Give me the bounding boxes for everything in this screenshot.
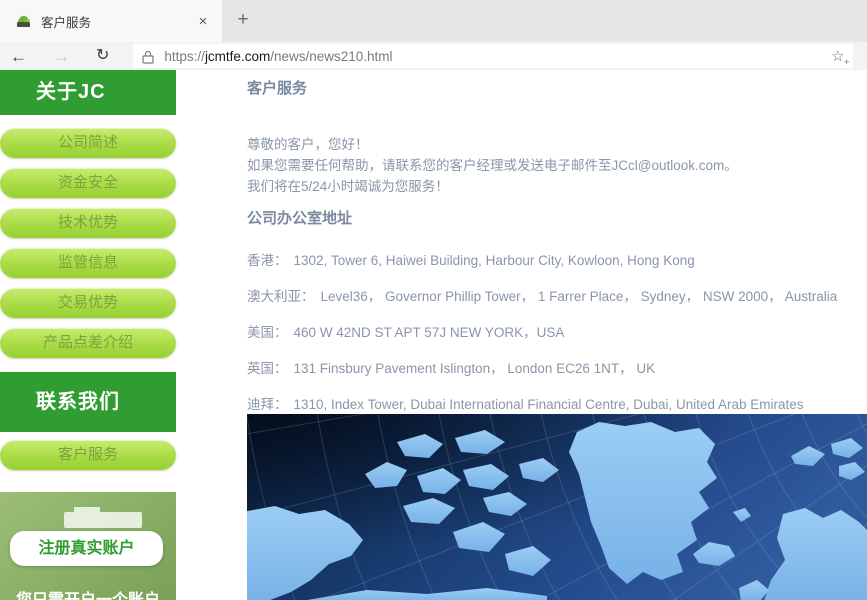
site-favicon-icon [16, 13, 32, 29]
world-map-image [247, 414, 867, 600]
sidebar-item-company-overview[interactable]: 公司简述 [0, 128, 176, 158]
sidebar-item-regulation-info[interactable]: 监管信息 [0, 248, 176, 278]
sidebar-header-about: 关于JC [0, 70, 176, 115]
page-title: 客户服务 [247, 80, 867, 98]
refresh-button[interactable]: ↻ [96, 48, 109, 64]
back-button[interactable]: ← [10, 48, 27, 65]
office-row-hongkong: 香港：1302, Tower 6, Haiwei Building, Harbo… [247, 253, 867, 269]
intro-line: 如果您需要任何帮助，请联系您的客户经理或发送电子邮件至JCcl@outlook.… [247, 155, 867, 176]
sidebar-item-tech-advantage[interactable]: 技术优势 [0, 208, 176, 238]
intro-line: 我们将在5/24小时竭诚为您服务！ [247, 176, 867, 197]
web-page: 关于JC 公司简述 资金安全 技术优势 监管信息 交易优势 产品点差介绍 联系我… [0, 70, 867, 600]
sidebar-about-group: 公司简述 资金安全 技术优势 监管信息 交易优势 产品点差介绍 [0, 128, 176, 358]
url-domain: jcmtfe.com [205, 49, 270, 64]
register-account-button[interactable]: 注册真实账户 [10, 531, 163, 566]
intro-paragraph: 尊敬的客户，您好！ 如果您需要任何帮助，请联系您的客户经理或发送电子邮件至JCc… [247, 134, 867, 197]
add-favorite-icon[interactable]: ☆+ [831, 47, 844, 65]
sidebar-item-product-spread[interactable]: 产品点差介绍 [0, 328, 176, 358]
tab-title: 客户服务 [41, 12, 192, 31]
url-protocol: https:// [164, 49, 205, 64]
address-bar[interactable]: https://jcmtfe.com/news/news210.html ☆+ [133, 44, 853, 68]
lock-icon [142, 50, 154, 64]
promo-building-graphic [64, 512, 142, 528]
url-text: https://jcmtfe.com/news/news210.html [164, 49, 392, 64]
office-row-dubai: 迪拜：1310, Index Tower, Dubai Internationa… [247, 397, 867, 413]
tab-customer-service[interactable]: 客户服务 × [0, 0, 222, 42]
forward-button[interactable]: → [53, 48, 70, 65]
sidebar-item-trading-advantage[interactable]: 交易优势 [0, 288, 176, 318]
sidebar-item-customer-service[interactable]: 客户服务 [0, 440, 176, 470]
offices-title: 公司办公室地址 [247, 210, 867, 228]
tab-strip: 客户服务 × + [0, 0, 867, 42]
sidebar-header-contact: 联系我们 [0, 372, 176, 432]
url-path: /news/news210.html [270, 49, 392, 64]
browser-window: 客户服务 × + ← → ↻ https://jcmtfe.com/news/n… [0, 0, 867, 600]
office-row-usa: 美国：460 W 42ND ST APT 57J NEW YORK，USA [247, 325, 867, 341]
main-content: 客户服务 尊敬的客户，您好！ 如果您需要任何帮助，请联系您的客户经理或发送电子邮… [247, 70, 867, 433]
office-row-uk: 英国：131 Finsbury Pavement Islington， Lond… [247, 361, 867, 377]
sidebar-item-fund-safety[interactable]: 资金安全 [0, 168, 176, 198]
tab-close-icon[interactable]: × [192, 13, 214, 30]
browser-toolbar: ← → ↻ https://jcmtfe.com/news/news210.ht… [0, 42, 867, 70]
new-tab-button[interactable]: + [226, 0, 260, 42]
office-row-australia: 澳大利亚：Level36， Governor Phillip Tower， 1 … [247, 289, 867, 305]
register-promo-banner: 注册真实账户 您只需开户一个账户 [0, 492, 176, 600]
promo-caption: 您只需开户一个账户 [0, 586, 176, 600]
office-list: 香港：1302, Tower 6, Haiwei Building, Harbo… [247, 253, 867, 413]
sidebar: 关于JC 公司简述 资金安全 技术优势 监管信息 交易优势 产品点差介绍 联系我… [0, 70, 176, 480]
intro-line: 尊敬的客户，您好！ [247, 134, 867, 155]
favorite-plus-glyph: + [844, 57, 849, 67]
